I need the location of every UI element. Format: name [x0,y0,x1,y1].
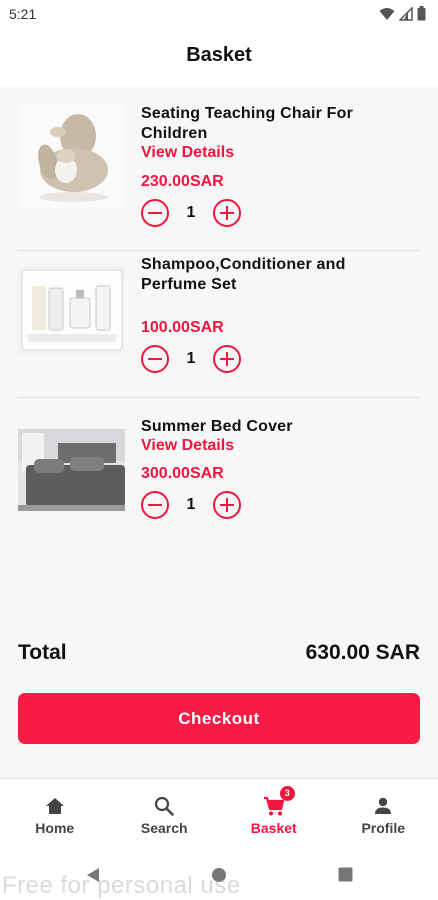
quantity-stepper: 1 [141,491,241,519]
app-header: Basket [0,28,438,86]
nav-item-home[interactable]: Home [0,779,110,850]
page-title: Basket [186,44,252,66]
decrease-button[interactable] [141,345,169,373]
view-details-link[interactable]: View Details [141,437,234,455]
product-image-shampoo-set[interactable] [18,264,125,354]
nav-item-profile[interactable]: Profile [329,779,438,850]
quantity-value: 1 [186,496,196,513]
product-price: 300.00SAR [141,465,224,482]
quantity-value: 1 [186,350,196,367]
bed-cover-illustration [18,429,125,511]
watermark: Free for personal use [2,872,241,899]
nav-label: Home [35,820,75,836]
basket-item: Seating Teaching Chair For Children View… [0,86,438,251]
increase-button[interactable] [213,491,241,519]
quantity-stepper: 1 [141,345,241,373]
nav-label: Profile [361,820,406,836]
quantity-stepper: 1 [141,199,241,227]
bottom-nav: Home Search 3 Basket Profile [0,778,438,850]
nav-label: Search [140,820,188,836]
person-icon [375,797,392,814]
product-name: Shampoo,Conditioner and Perfume Set [141,256,346,293]
product-image-bed-cover[interactable] [18,429,125,511]
quantity-value: 1 [186,204,196,221]
nav-item-basket[interactable]: 3 Basket [219,779,329,850]
minus-icon [148,357,162,361]
battery-icon [417,6,426,21]
increase-button[interactable] [213,199,241,227]
product-price: 100.00SAR [141,319,224,336]
home-icon [45,798,64,814]
status-icons [379,6,426,21]
view-details-link[interactable]: View Details [141,144,234,162]
product-name: Summer Bed Cover [141,418,293,435]
status-bar: 5:21 [0,0,438,28]
minus-icon [148,211,162,215]
basket-item: Summer Bed Cover View Details 300.00SAR … [0,397,438,543]
nav-label: Basket [250,820,297,836]
product-name: Seating Teaching Chair For Children [141,105,354,142]
wifi-icon [379,7,395,20]
status-time: 5:21 [9,6,37,22]
increase-button[interactable] [213,345,241,373]
nav-item-search[interactable]: Search [110,779,220,850]
decrease-button[interactable] [141,199,169,227]
search-icon [155,796,175,816]
minus-icon [148,503,162,507]
signal-icon [399,6,413,21]
recents-icon[interactable] [338,867,353,882]
bunny-chair-illustration [18,104,125,208]
decrease-button[interactable] [141,491,169,519]
cart-count-badge: 3 [279,786,295,801]
basket-item: Shampoo,Conditioner and Perfume Set 100.… [0,251,438,398]
product-image-chair[interactable] [18,104,125,208]
total-row: Total 630.00 SAR [18,641,420,669]
product-price: 230.00SAR [141,173,224,190]
total-label: Total [18,641,67,664]
total-value: 630.00 SAR [305,641,420,664]
checkout-button[interactable]: Checkout [18,693,420,744]
shampoo-set-illustration [18,264,125,354]
